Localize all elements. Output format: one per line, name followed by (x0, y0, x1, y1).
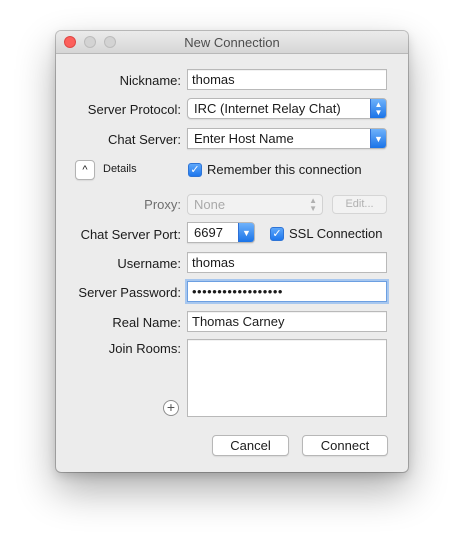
chevron-down-icon[interactable]: ▼ (370, 129, 386, 148)
ssl-connection-label: SSL Connection (289, 226, 383, 241)
chat-server-port-value: 6697 (194, 225, 223, 240)
popup-arrows-icon: ▲ ▼ (370, 99, 386, 118)
chevron-up-icon: ^ (82, 164, 88, 176)
remember-connection-checkbox[interactable]: ✓ Remember this connection (188, 162, 362, 177)
popup-arrows-icon: ▲ ▼ (309, 196, 317, 213)
chat-server-label: Chat Server: (108, 132, 181, 147)
server-password-field[interactable]: •••••••••••••••••• (187, 281, 387, 302)
checkmark-icon: ✓ (188, 162, 202, 177)
chat-server-port-label: Chat Server Port: (80, 227, 181, 242)
proxy-edit-button[interactable]: Edit... (332, 195, 387, 214)
new-connection-window: New Connection Nickname: thomas Server P… (56, 31, 408, 472)
nickname-field[interactable]: thomas (187, 69, 387, 90)
real-name-label: Real Name: (112, 315, 181, 330)
title-bar: New Connection (56, 31, 408, 54)
username-field[interactable]: thomas (187, 252, 387, 273)
server-password-label: Server Password: (78, 285, 181, 300)
server-protocol-popup[interactable]: IRC (Internet Relay Chat) ▲ ▼ (187, 98, 387, 119)
chat-server-port-combobox[interactable]: 6697 ▼ (187, 222, 255, 243)
proxy-popup[interactable]: None ▲ ▼ (187, 194, 323, 215)
proxy-value: None (194, 197, 226, 212)
username-label: Username: (117, 256, 181, 271)
real-name-field[interactable]: Thomas Carney (187, 311, 387, 332)
chat-server-combobox[interactable]: Enter Host Name ▼ (187, 128, 387, 149)
checkmark-icon: ✓ (270, 226, 284, 241)
plus-icon: + (166, 399, 176, 415)
connect-button[interactable]: Connect (302, 435, 388, 456)
server-protocol-label: Server Protocol: (87, 102, 181, 117)
nickname-label: Nickname: (119, 73, 181, 88)
ssl-connection-checkbox[interactable]: ✓ SSL Connection (270, 226, 382, 241)
cancel-button[interactable]: Cancel (212, 435, 289, 456)
join-rooms-list[interactable] (187, 339, 387, 417)
proxy-label: Proxy: (144, 197, 181, 212)
details-disclosure-button[interactable]: ^ (75, 160, 95, 180)
remember-connection-label: Remember this connection (207, 162, 362, 177)
join-rooms-label: Join Rooms: (108, 341, 181, 356)
chat-server-placeholder: Enter Host Name (194, 131, 294, 146)
add-room-button[interactable]: + (163, 400, 179, 416)
chevron-down-icon[interactable]: ▼ (238, 223, 254, 242)
details-label: Details (103, 163, 137, 175)
server-protocol-value: IRC (Internet Relay Chat) (194, 101, 341, 116)
window-title: New Connection (184, 35, 280, 50)
